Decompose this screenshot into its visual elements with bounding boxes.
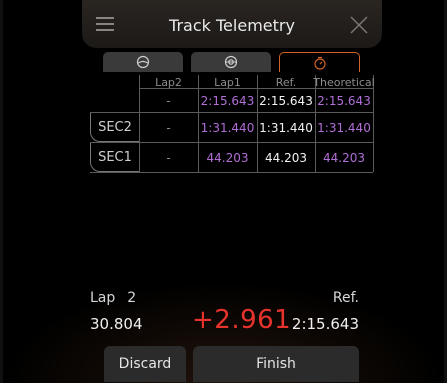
table-cell: 2:15.643 [259,93,313,108]
lap-label: Lap [90,290,116,306]
tab-bar [103,52,360,72]
column-header: Lap2 [155,75,182,89]
table-cell: 44.203 [206,150,249,165]
column-header: Lap1 [214,75,241,89]
stopwatch-icon [313,56,326,70]
table-cell: 44.203 [265,150,307,165]
page-title: Track Telemetry [169,16,295,35]
header-bar: Track Telemetry [82,0,382,48]
tab-steering[interactable] [103,52,183,72]
tab-stopwatch[interactable] [279,52,360,72]
table-cell: - [166,120,171,135]
table-cell: 2:15.643 [200,93,255,108]
table-cell: - [166,93,171,108]
delta-time: +2.961 [192,305,292,335]
column-header: Ref. [275,75,297,89]
steering-wheel-icon [136,55,150,69]
close-icon[interactable] [350,16,368,34]
table-cell: - [166,150,171,165]
lap-info: Lap 2 [90,290,136,306]
table-cell: 1:31.440 [317,120,371,135]
table-cell: 1:31.440 [259,120,313,135]
table-cell: 44.203 [323,150,365,165]
track-telemetry-screen: Track Telemetry Lap2 Lap1 Ref. Theoretic… [0,0,447,383]
tab-target[interactable] [191,52,271,72]
crosshair-icon [224,55,238,69]
table-cell: 1:31.440 [200,120,255,135]
reference-label: Ref. [332,290,359,306]
discard-button[interactable]: Discard [104,346,186,382]
table-cell: 2:15.643 [317,93,371,108]
row-label-sec2: SEC2 [90,113,139,142]
row-label-sec1: SEC1 [90,143,139,172]
column-header: Theoretical [313,75,375,89]
lap-number: 2 [127,290,137,306]
reference-time: 2:15.643 [291,315,359,333]
lap-time: 30.804 [90,315,143,333]
finish-button[interactable]: Finish [193,346,359,382]
